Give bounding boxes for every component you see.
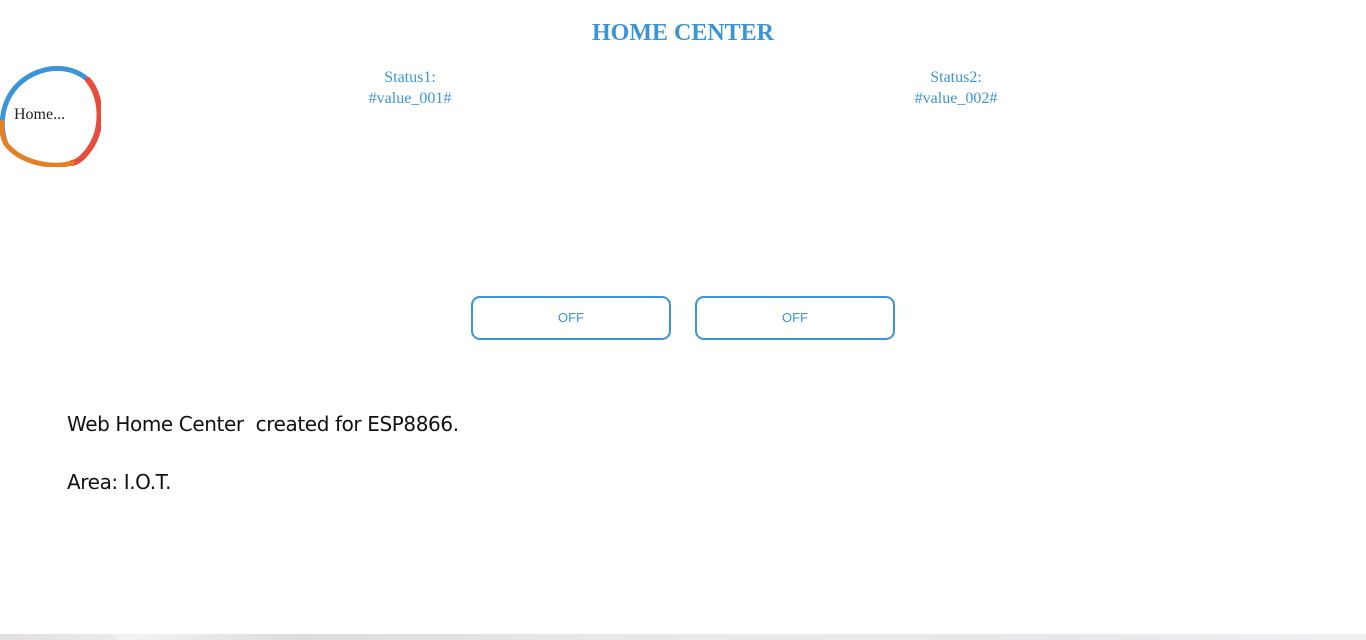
status-2-label: Status2:	[930, 69, 982, 86]
toggle-1-button[interactable]: OFF	[471, 296, 671, 340]
status-2: Status2: #value_002#	[856, 67, 1056, 109]
logo-label[interactable]: Home...	[14, 105, 65, 125]
taskbar-strip	[0, 634, 1366, 640]
page-title: HOME CENTER	[591, 20, 774, 46]
description-text: Web Home Center created for ESP8866.	[67, 412, 459, 436]
toggle-2-button[interactable]: OFF	[695, 296, 895, 340]
area-text: Area: I.O.T.	[67, 470, 172, 494]
status-1-label: Status1:	[384, 69, 436, 86]
status-2-value: #value_002#	[914, 90, 998, 107]
status-1-value: #value_001#	[368, 90, 452, 107]
status-1: Status1: #value_001#	[310, 67, 510, 109]
